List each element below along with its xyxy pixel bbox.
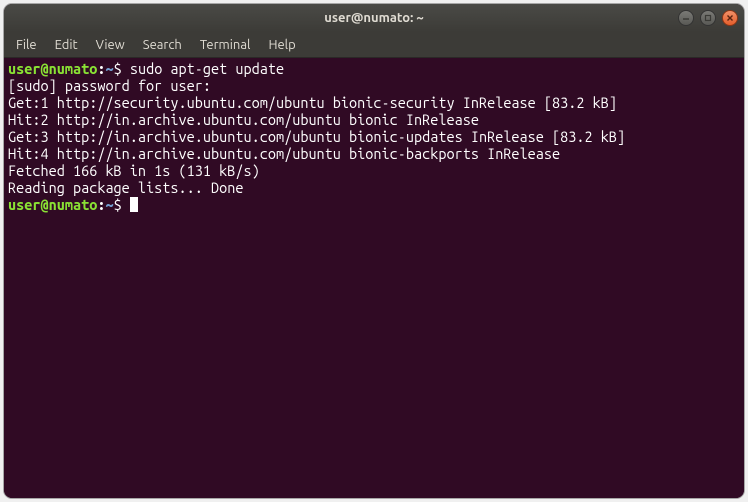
- window-title: user@numato: ~: [324, 11, 423, 25]
- menu-edit[interactable]: Edit: [47, 34, 86, 56]
- maximize-icon: [704, 14, 712, 22]
- output-line: Hit:2 http://in.archive.ubuntu.com/ubunt…: [8, 111, 740, 128]
- menu-terminal[interactable]: Terminal: [192, 34, 259, 56]
- close-button[interactable]: [722, 10, 738, 26]
- command-text: sudo apt-get update: [130, 60, 284, 77]
- output-line: [sudo] password for user:: [8, 77, 740, 94]
- output-line: Hit:4 http://in.archive.ubuntu.com/ubunt…: [8, 145, 740, 162]
- window-controls: [678, 10, 738, 26]
- close-icon: [726, 14, 734, 22]
- menu-help[interactable]: Help: [260, 34, 303, 56]
- terminal-area[interactable]: user@numato:~$ sudo apt-get update[sudo]…: [4, 58, 744, 498]
- minimize-icon: [682, 14, 690, 22]
- output-line: Fetched 166 kB in 1s (131 kB/s): [8, 162, 740, 179]
- menubar: File Edit View Search Terminal Help: [4, 32, 744, 58]
- menu-search[interactable]: Search: [135, 34, 190, 56]
- output-line: Get:1 http://security.ubuntu.com/ubuntu …: [8, 94, 740, 111]
- maximize-button[interactable]: [700, 10, 716, 26]
- output-line: Get:3 http://in.archive.ubuntu.com/ubunt…: [8, 128, 740, 145]
- terminal-line: user@numato:~$ sudo apt-get update: [8, 60, 740, 77]
- prompt-path: ~: [105, 60, 113, 77]
- titlebar: user@numato: ~: [4, 4, 744, 32]
- minimize-button[interactable]: [678, 10, 694, 26]
- prompt-symbol: $: [114, 60, 122, 77]
- menu-view[interactable]: View: [88, 34, 133, 56]
- terminal-line: user@numato:~$: [8, 196, 740, 213]
- prompt-path: ~: [105, 196, 113, 213]
- terminal-window: user@numato: ~ File Edit View Search Ter…: [4, 4, 744, 498]
- output-line: Reading package lists... Done: [8, 179, 740, 196]
- prompt-user-host: user@numato: [8, 60, 97, 77]
- prompt-symbol: $: [114, 196, 122, 213]
- cursor-icon: [130, 197, 138, 212]
- prompt-user-host: user@numato: [8, 196, 97, 213]
- menu-file[interactable]: File: [8, 34, 45, 56]
